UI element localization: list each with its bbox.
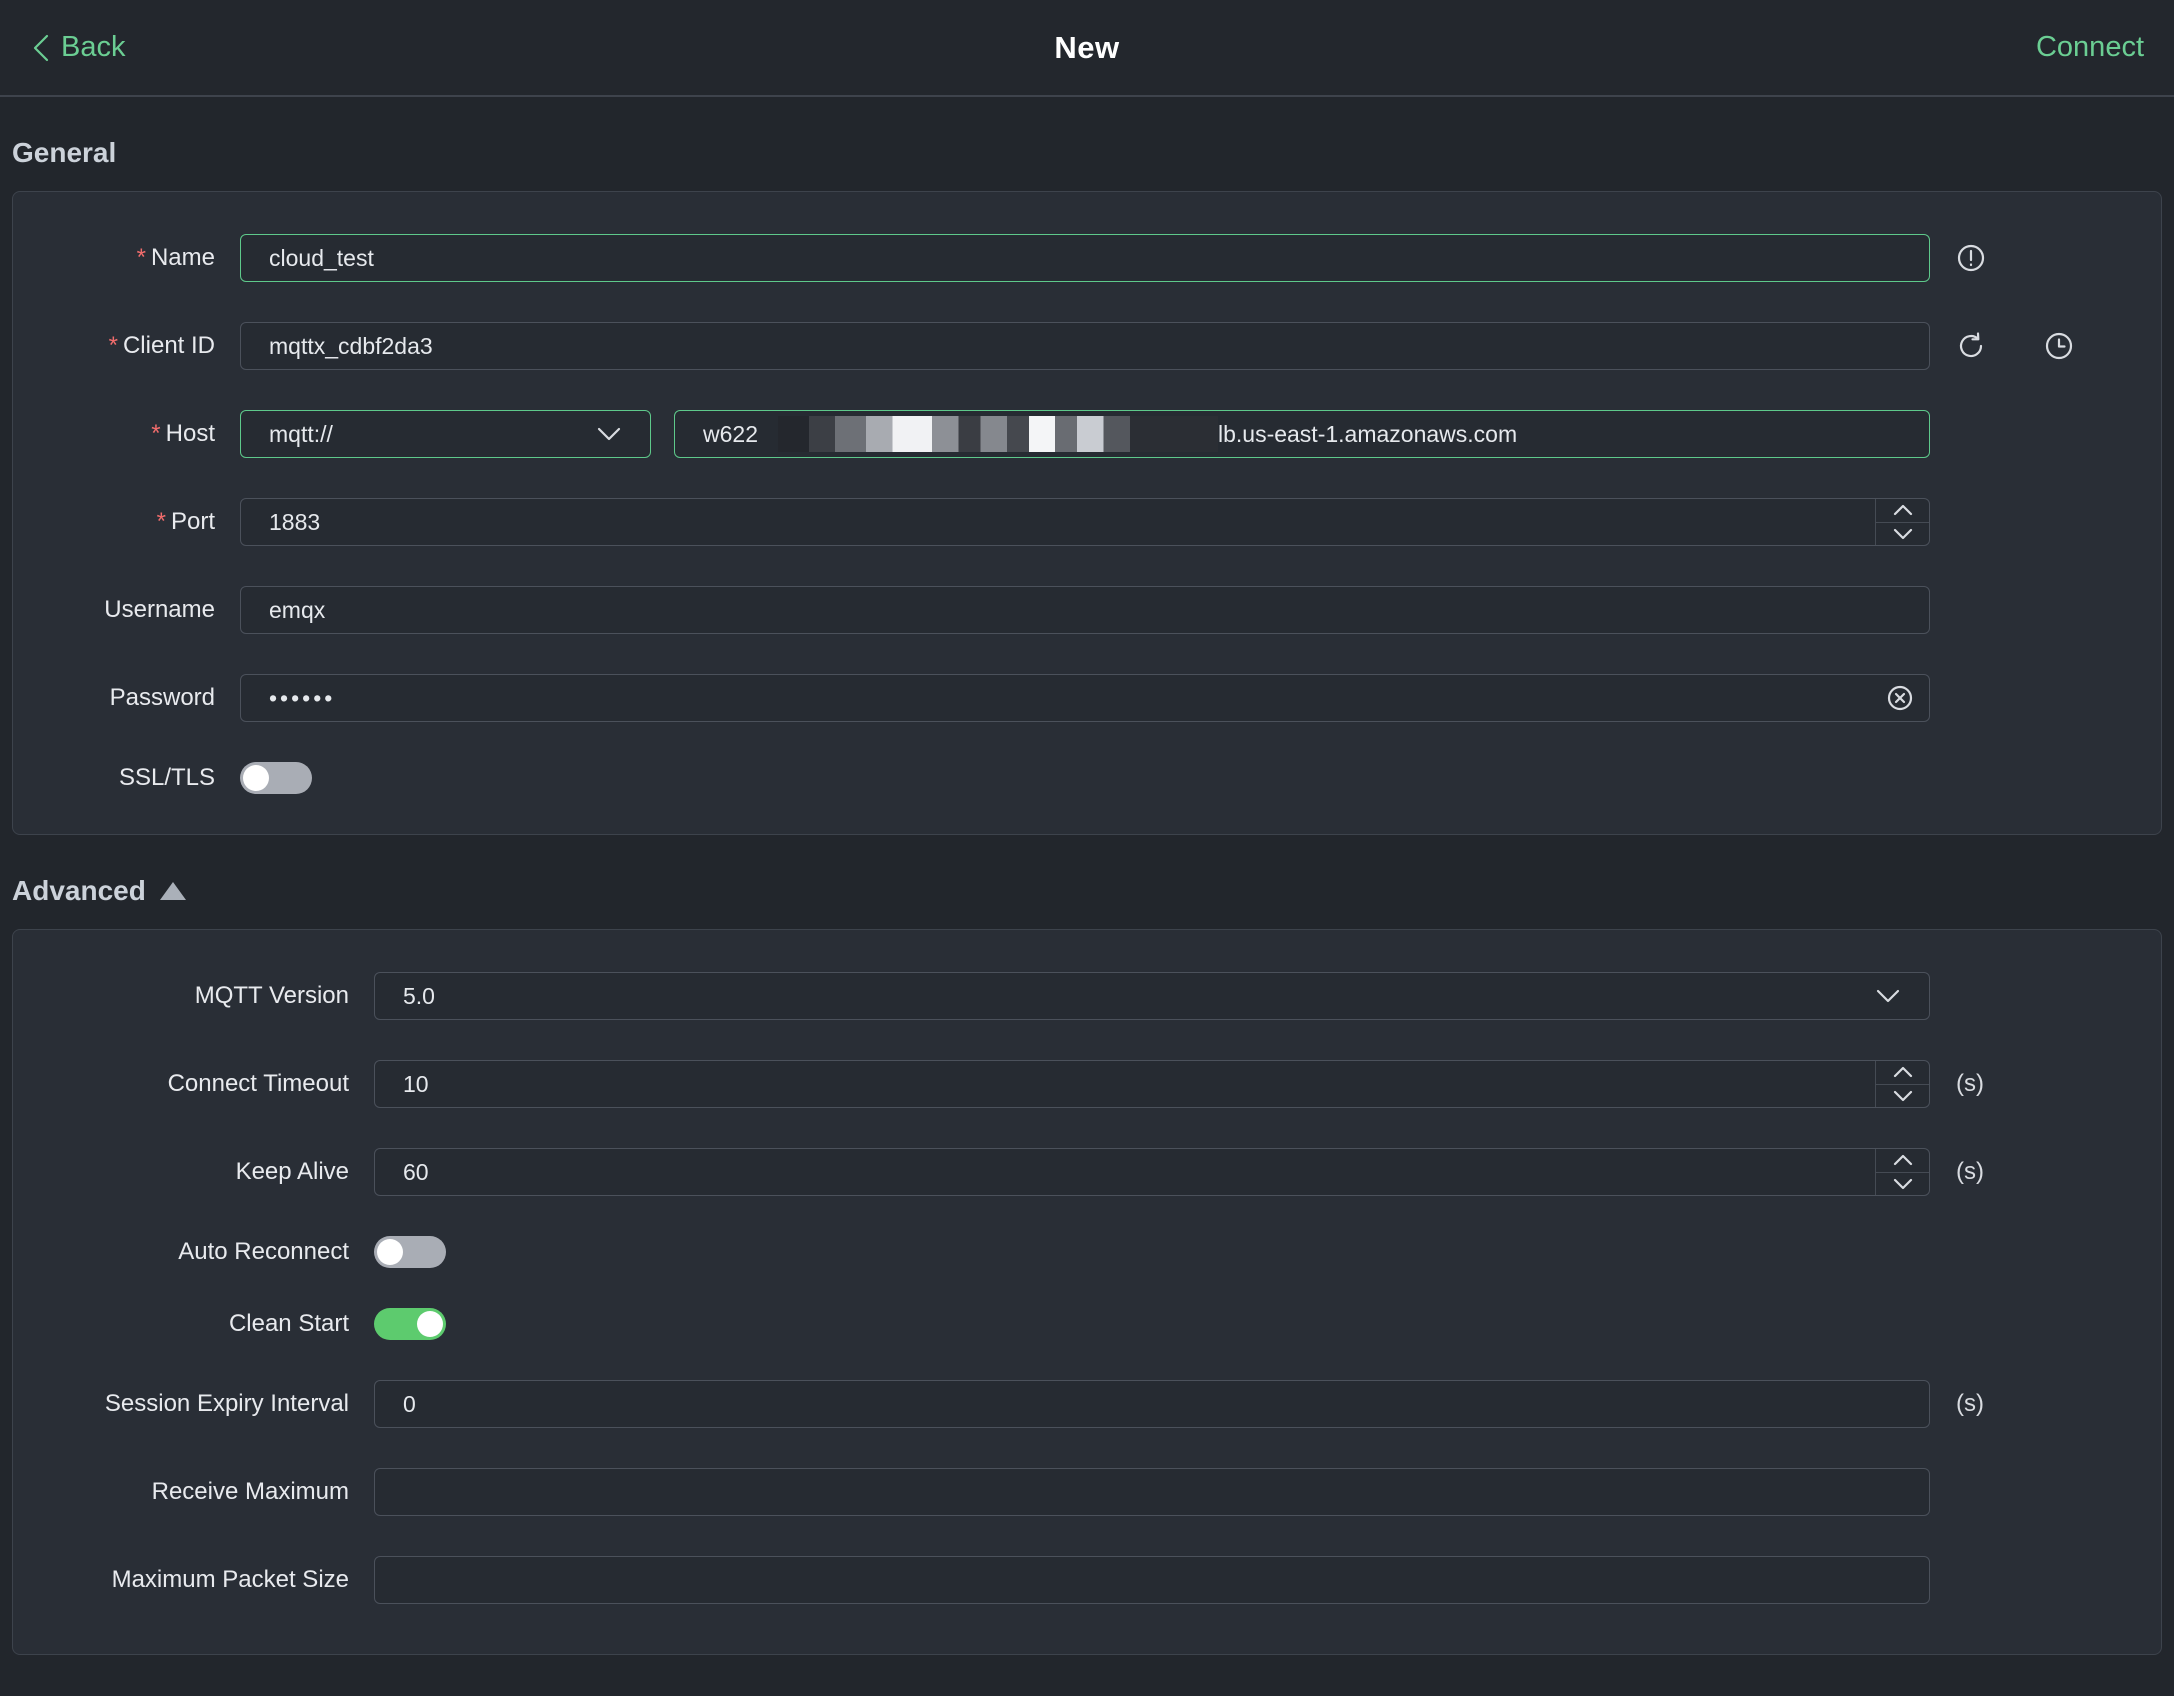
keep-alive-label: Keep Alive — [235, 1158, 349, 1185]
session-expiry-label: Session Expiry Interval — [104, 1390, 349, 1417]
session-expiry-unit: (s) — [1956, 1390, 1984, 1417]
toggle-knob — [243, 765, 269, 791]
chevron-left-icon — [33, 34, 49, 61]
keep-alive-spinner — [1875, 1149, 1929, 1195]
chevron-down-icon — [597, 427, 621, 441]
connection-form: General *Name *Client ID — [0, 137, 2174, 1655]
connect-timeout-input[interactable] — [374, 1060, 1930, 1108]
page-title: New — [1054, 29, 1120, 65]
name-input[interactable] — [240, 234, 1930, 282]
toggle-knob — [417, 1311, 443, 1337]
form-row-mqtt-version: MQTT Version 5.0 — [13, 972, 2161, 1020]
auto-reconnect-toggle[interactable] — [374, 1236, 446, 1268]
advanced-card: MQTT Version 5.0 Connect Timeout 10 (s) … — [12, 929, 2162, 1655]
ssl-label: SSL/TLS — [118, 764, 215, 791]
port-spinner — [1875, 499, 1929, 545]
mqtt-version-label: MQTT Version — [194, 982, 349, 1009]
form-row-host: * Host mqtt:// w622 lb.us-east-1.amazonaw… — [13, 410, 2161, 458]
connect-timeout-spinner — [1875, 1061, 1929, 1107]
spinner-up-button[interactable] — [1876, 1061, 1929, 1084]
connect-timeout-unit: (s) — [1956, 1070, 1984, 1097]
required-marker: * — [156, 508, 166, 535]
connect-button[interactable]: Connect — [2036, 31, 2144, 64]
mqtt-version-value: 5.0 — [403, 982, 435, 1009]
advanced-heading-label: Advanced — [12, 875, 146, 906]
spinner-down-button[interactable] — [1876, 1083, 1929, 1108]
form-row-password: Password — [13, 674, 2161, 722]
client-id-input[interactable] — [240, 322, 1930, 370]
keep-alive-input[interactable] — [374, 1148, 1930, 1196]
receive-maximum-input[interactable] — [374, 1468, 1930, 1516]
form-row-clean-start: Clean Start — [13, 1308, 2161, 1340]
ssl-toggle[interactable] — [240, 762, 312, 794]
required-marker: * — [136, 244, 146, 271]
section-heading-general: General — [12, 137, 2162, 169]
form-row-port: * Port — [13, 498, 2161, 546]
username-label: Username — [104, 596, 215, 623]
history-clock-icon[interactable] — [2044, 331, 2074, 361]
top-bar: Back New Connect — [0, 0, 2174, 97]
port-label: * Port — [156, 508, 215, 535]
host-address-input[interactable]: w622 lb.us-east-1.amazonaws.com — [674, 410, 1930, 458]
chevron-down-icon — [1893, 528, 1912, 539]
host-address-prefix: w622 — [703, 420, 758, 447]
chevron-up-icon — [1893, 1067, 1912, 1078]
client-id-label: * Client ID — [108, 332, 215, 359]
form-row-connect-timeout: Connect Timeout (s) — [13, 1060, 2161, 1108]
port-input[interactable] — [240, 498, 1930, 546]
connect-timeout-label: Connect Timeout — [167, 1070, 349, 1097]
refresh-icon[interactable] — [1956, 331, 1986, 361]
alert-circle-icon[interactable] — [1956, 243, 1986, 273]
chevron-up-icon — [1893, 1155, 1912, 1166]
auto-reconnect-label: Auto Reconnect — [178, 1238, 349, 1265]
back-button-label: Back — [61, 31, 126, 63]
form-row-client-id: * Client ID — [13, 322, 2161, 370]
name-label: * Name — [136, 244, 215, 271]
chevron-down-icon — [1893, 1178, 1912, 1189]
chevron-up-icon — [1893, 505, 1912, 516]
form-row-auto-reconnect: Auto Reconnect — [13, 1236, 2161, 1268]
toggle-knob — [377, 1239, 403, 1265]
password-input[interactable] — [240, 674, 1930, 722]
form-row-keep-alive: Keep Alive (s) — [13, 1148, 2161, 1196]
username-input[interactable] — [240, 586, 1930, 634]
password-label: Password — [109, 684, 215, 711]
form-row-session-expiry: Session Expiry Interval (s) — [13, 1380, 2161, 1428]
back-button[interactable]: Back — [30, 31, 125, 64]
form-row-maximum-packet-size: Maximum Packet Size — [13, 1556, 2161, 1604]
form-row-receive-maximum: Receive Maximum — [13, 1468, 2161, 1516]
form-row-name: * Name — [13, 234, 2161, 282]
chevron-down-icon — [1876, 989, 1900, 1003]
x-circle-icon[interactable] — [1886, 684, 1914, 712]
host-label: * Host — [151, 420, 215, 447]
triangle-up-icon — [159, 882, 186, 900]
spinner-down-button[interactable] — [1876, 521, 1929, 546]
spinner-down-button[interactable] — [1876, 1171, 1929, 1196]
clean-start-label: Clean Start — [228, 1310, 349, 1337]
required-marker: * — [151, 420, 161, 447]
clean-start-toggle[interactable] — [374, 1308, 446, 1340]
session-expiry-input[interactable] — [374, 1380, 1930, 1428]
required-marker: * — [108, 332, 118, 359]
host-protocol-value: mqtt:// — [269, 420, 333, 447]
general-card: *Name *Client ID — [12, 191, 2162, 835]
spinner-up-button[interactable] — [1876, 1149, 1929, 1172]
chevron-down-icon — [1893, 1090, 1912, 1101]
host-protocol-select[interactable]: mqtt:// — [240, 410, 651, 458]
receive-maximum-label: Receive Maximum — [151, 1478, 349, 1505]
general-heading-label: General — [12, 137, 117, 168]
form-row-ssl: SSL/TLS — [13, 762, 2161, 794]
section-heading-advanced[interactable]: Advanced — [12, 875, 2162, 907]
host-address-suffix: lb.us-east-1.amazonaws.com — [1217, 420, 1518, 447]
spinner-up-button[interactable] — [1876, 499, 1929, 522]
redacted-host-segment — [777, 416, 1218, 452]
form-row-username: Username — [13, 586, 2161, 634]
mqtt-version-select[interactable]: 5.0 — [374, 972, 1930, 1020]
maximum-packet-size-label: Maximum Packet Size — [111, 1566, 349, 1593]
keep-alive-unit: (s) — [1956, 1158, 1984, 1185]
maximum-packet-size-input[interactable] — [374, 1556, 1930, 1604]
